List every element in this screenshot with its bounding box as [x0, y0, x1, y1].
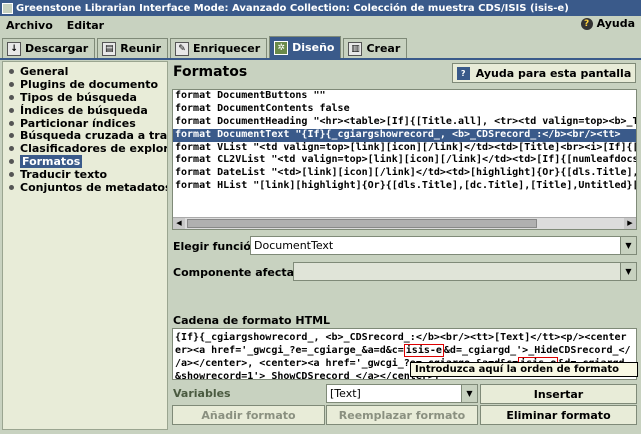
sidebar-item-clasificadores[interactable]: Clasificadores de exploración — [3, 142, 167, 155]
bullet-icon — [9, 133, 14, 139]
sidebar-item-label: Índices de búsqueda — [20, 103, 148, 117]
list-item[interactable]: format CL2VList "<td valign=top>[link][i… — [173, 154, 636, 167]
sidebar-item-label: General — [20, 65, 69, 78]
tab-diseno[interactable]: ✲ Diseño — [269, 36, 342, 58]
tab-crear[interactable]: ▥ Crear — [343, 38, 408, 58]
bullet-icon — [9, 159, 14, 165]
cadena-formato-label: Cadena de formato HTML — [173, 314, 331, 327]
sidebar-item-metadatos[interactable]: Conjuntos de metadatos — [3, 181, 167, 194]
scroll-thumb[interactable] — [187, 219, 537, 228]
tab-bar: ↓ Descargar ▤ Reunir ✎ Enriquecer ✲ Diseño ▥… — [0, 36, 641, 58]
sidebar: General Plugins de documento Tipos de bú… — [2, 61, 168, 430]
menu-archivo[interactable]: Archivo — [0, 19, 61, 32]
tab-reunir[interactable]: ▤ Reunir — [97, 38, 169, 58]
list-item[interactable]: format DocumentHeading "<hr><table>[If]{… — [173, 116, 636, 129]
tab-label: Enriquecer — [193, 42, 261, 55]
bullet-icon — [9, 68, 14, 74]
tab-enriquecer[interactable]: ✎ Enriquecer — [170, 38, 268, 58]
app-icon — [2, 2, 13, 14]
menu-ayuda-label: Ayuda — [596, 17, 635, 30]
format-text: er><a href='_gwcgi_?e=_cgiarge_&a=d&c= — [175, 345, 404, 356]
highlighted-collection: isis-e — [403, 344, 444, 357]
bullet-icon — [9, 120, 14, 126]
tab-label: Descargar — [25, 42, 89, 55]
help-screen-button[interactable]: ? Ayuda para esta pantalla — [452, 63, 636, 83]
componente-afectado-label: Componente afectado — [173, 266, 310, 279]
tab-label: Crear — [366, 42, 401, 55]
sidebar-item-formatos[interactable]: Formatos — [3, 155, 167, 169]
chevron-down-icon: ▼ — [620, 263, 636, 280]
chevron-down-icon: ▼ — [620, 237, 636, 254]
bullet-icon — [9, 184, 14, 190]
insertar-button[interactable]: Insertar — [480, 384, 637, 404]
sidebar-item-label: Clasificadores de exploración — [20, 142, 167, 156]
sidebar-item-tipos-busqueda[interactable]: Tipos de búsqueda — [3, 91, 167, 104]
format-line: {If}{_cgiargshowrecord_, <b>_CDSrecord_:… — [175, 332, 627, 343]
list-item[interactable]: format DocumentText "{If}{_cgiargshowrec… — [173, 128, 636, 142]
sidebar-item-label: Formatos — [20, 155, 83, 169]
menu-ayuda[interactable]: ? Ayuda — [580, 17, 635, 30]
sidebar-item-label: Particionar índices — [20, 116, 136, 130]
elegir-funcion-select[interactable]: DocumentText ▼ — [250, 236, 637, 255]
format-line: er><a href='_gwcgi_?e=_cgiarge_&a=d&c= is… — [175, 344, 634, 357]
help-book-icon: ? — [456, 66, 470, 80]
tooltip: Introduzca aquí la orden de formato — [410, 362, 638, 377]
bullet-icon — [9, 107, 14, 113]
bullet-icon — [9, 146, 14, 152]
reemplazar-formato-button[interactable]: Reemplazar formato — [326, 405, 478, 425]
page-title: Formatos — [173, 64, 248, 80]
list-item[interactable]: format DateList "<td>[link][icon][/link]… — [173, 167, 636, 180]
sidebar-item-indices-busqueda[interactable]: Índices de búsqueda — [3, 104, 167, 117]
list-item[interactable]: format DocumentContents false — [173, 103, 636, 116]
anadir-formato-button[interactable]: Añadir formato — [172, 405, 325, 425]
bullet-icon — [9, 172, 14, 178]
sidebar-item-label: Tipos de búsqueda — [20, 90, 137, 104]
list-item[interactable]: format VList "<td valign=top>[link][icon… — [173, 142, 636, 155]
enrich-icon: ✎ — [175, 41, 190, 56]
sidebar-item-label: Búsqueda cruzada a través — [20, 129, 167, 143]
variables-value: [Text] — [330, 387, 361, 400]
format-text: &d=_cgiargd_'>_HideCDSrecord_</ — [443, 345, 631, 356]
sidebar-item-label: Plugins de documento — [20, 77, 159, 91]
componente-afectado-select[interactable]: ▼ — [293, 262, 637, 281]
window-title: Greenstone Librarian Interface Mode: Ava… — [16, 2, 569, 14]
bullet-icon — [9, 94, 14, 100]
elegir-funcion-label: Elegir función — [173, 240, 259, 253]
sidebar-item-particionar[interactable]: Particionar índices — [3, 116, 167, 130]
horizontal-scrollbar[interactable]: ◀ ▶ — [173, 217, 636, 229]
list-item[interactable]: format DocumentButtons "" — [173, 90, 636, 103]
elegir-funcion-value: DocumentText — [254, 239, 334, 252]
download-icon: ↓ — [7, 41, 21, 56]
variables-label: Variables — [173, 387, 231, 400]
scroll-left-icon[interactable]: ◀ — [173, 218, 185, 229]
sidebar-item-general[interactable]: General — [3, 65, 167, 78]
sidebar-item-label: Traducir texto — [20, 168, 108, 182]
scroll-right-icon[interactable]: ▶ — [624, 218, 636, 229]
list-item[interactable]: format HList "[link][highlight]{Or}{[dls… — [173, 180, 636, 193]
sidebar-item-label: Conjuntos de metadatos — [20, 181, 167, 194]
bullet-icon — [9, 81, 14, 87]
sidebar-item-busqueda-cruzada[interactable]: Búsqueda cruzada a través — [3, 129, 167, 142]
menu-editar[interactable]: Editar — [61, 19, 112, 32]
help-icon: ? — [580, 17, 593, 30]
sidebar-item-traducir[interactable]: Traducir texto — [3, 168, 167, 181]
build-icon: ▥ — [348, 41, 363, 56]
help-screen-label: Ayuda para esta pantalla — [475, 66, 632, 80]
eliminar-formato-button[interactable]: Eliminar formato — [480, 405, 637, 425]
chevron-down-icon: ▼ — [461, 385, 477, 402]
variables-select[interactable]: [Text] ▼ — [326, 384, 478, 403]
tab-descargar[interactable]: ↓ Descargar — [2, 38, 96, 58]
gather-icon: ▤ — [102, 41, 117, 56]
gear-icon: ✲ — [274, 40, 289, 55]
tab-label: Diseño — [292, 41, 335, 54]
sidebar-item-plugins[interactable]: Plugins de documento — [3, 78, 167, 91]
tab-label: Reunir — [120, 42, 162, 55]
format-list[interactable]: format DocumentButtons "" format Documen… — [172, 89, 637, 230]
window-titlebar: Greenstone Librarian Interface Mode: Ava… — [0, 0, 641, 16]
menu-bar: Archivo Editar ? Ayuda — [0, 16, 641, 35]
